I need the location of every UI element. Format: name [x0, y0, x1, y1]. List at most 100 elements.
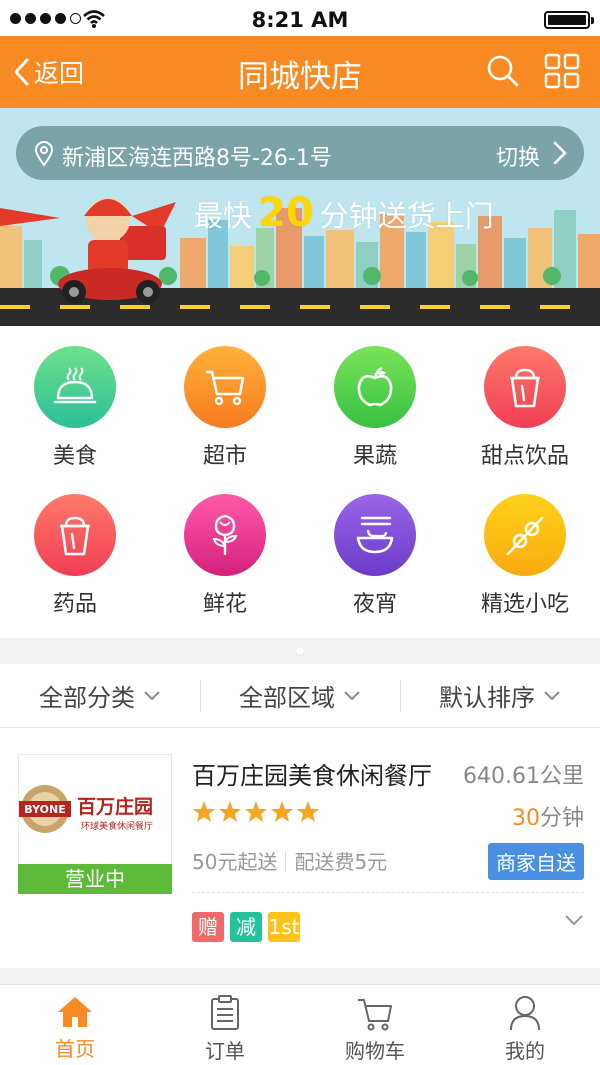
category-chaoshi[interactable]: 超市 [150, 346, 300, 470]
star-icon [271, 801, 293, 822]
cloche-icon [53, 367, 97, 404]
logo-name: 百万庄园 [77, 795, 153, 818]
status-time: 8:21 AM [251, 8, 349, 32]
slogan-suffix: 分钟送货上门 [319, 199, 494, 233]
category-xianhua[interactable]: 鲜花 [150, 494, 300, 618]
tab-label: 我的 [505, 1039, 545, 1063]
category-icon-circle [334, 494, 416, 576]
filter-label: 全部分类 [39, 684, 135, 712]
min-order: 50元起送 [192, 850, 278, 874]
logo-brand: BYONE [24, 803, 65, 816]
apple-icon [357, 366, 393, 407]
rating-stars [192, 800, 320, 824]
location-pin-icon [34, 141, 54, 167]
chevron-right-icon [553, 141, 567, 165]
category-yexiao[interactable]: 夜宵 [300, 494, 450, 618]
promo-tag-discount: 减 [230, 912, 262, 942]
search-icon[interactable] [486, 54, 520, 88]
battery-icon [544, 11, 594, 29]
home-icon [58, 997, 92, 1027]
category-guoshu[interactable]: 果蔬 [300, 346, 450, 470]
address-bar[interactable]: 新浦区海连西路8号-26-1号 切换 [16, 126, 584, 180]
star-icon [245, 801, 267, 822]
expand-chevron-down-icon[interactable] [564, 914, 584, 928]
page-dot [296, 647, 304, 655]
delivery-time-unit: 分钟 [539, 806, 584, 831]
delivery-fee: 配送费5元 [294, 850, 388, 874]
shop-logo: BYONE 百万庄园 环球美食休闲餐厅 营业中 [18, 754, 172, 894]
promo-tag-gift: 赠 [192, 912, 224, 942]
category-label: 精选小吃 [480, 592, 569, 617]
star-icon [193, 801, 215, 822]
switch-address-label[interactable]: 切换 [496, 140, 540, 172]
tab-label: 订单 [205, 1039, 245, 1063]
chevron-down-icon [344, 690, 360, 700]
tab-home[interactable]: 首页 [0, 985, 150, 1065]
delivery-time: 30分钟 [512, 800, 584, 832]
category-icon-circle [34, 346, 116, 428]
filter-label: 默认排序 [439, 684, 535, 712]
category-icon-circle [484, 494, 566, 576]
category-label: 甜点饮品 [480, 444, 569, 469]
skewer-icon [506, 516, 544, 556]
slogan-prefix: 最快 [194, 199, 253, 233]
category-meishi[interactable]: 美食 [0, 346, 150, 470]
category-icon-circle [334, 346, 416, 428]
open-status-badge: 营业中 [18, 864, 172, 894]
star-icon [219, 801, 241, 822]
shop-card[interactable]: BYONE 百万庄园 环球美食休闲餐厅 营业中 百万庄园美食休闲餐厅 640.6… [0, 728, 600, 968]
divider [192, 892, 584, 893]
restaurant-logo-image: BYONE 百万庄园 环球美食休闲餐厅 [19, 755, 171, 863]
chevron-down-icon [144, 690, 160, 700]
shop-name: 百万庄园美食休闲餐厅 [192, 762, 432, 790]
filter-category[interactable]: 全部分类 [0, 664, 200, 727]
app-header: 返回 同城快店 [0, 36, 600, 108]
category-icon-circle [34, 494, 116, 576]
category-icon-circle [484, 346, 566, 428]
drink-cup-icon [510, 368, 540, 408]
tab-profile[interactable]: 我的 [450, 985, 600, 1065]
cart-icon [358, 999, 392, 1031]
medicine-cup-icon [60, 516, 90, 556]
promo-tag-first-order: 1st [268, 912, 300, 942]
category-label: 美食 [52, 444, 97, 469]
chevron-down-icon [544, 690, 560, 700]
status-bar: 8:21 AM [0, 0, 600, 36]
category-icon-circle [184, 346, 266, 428]
logo-subtitle: 环球美食休闲餐厅 [81, 820, 153, 832]
category-yaopin[interactable]: 药品 [0, 494, 150, 618]
category-tiandian[interactable]: 甜点饮品 [450, 346, 600, 470]
noodle-bowl-icon [356, 516, 394, 554]
tab-cart[interactable]: 购物车 [300, 985, 450, 1065]
category-label: 夜宵 [352, 592, 397, 617]
tab-orders[interactable]: 订单 [150, 985, 300, 1065]
slogan-number: 20 [258, 190, 314, 236]
self-delivery-badge: 商家自送 [488, 843, 584, 880]
filter-area[interactable]: 全部区域 [200, 664, 400, 727]
filter-sort[interactable]: 默认排序 [400, 664, 600, 727]
banner-slogan: 最快 20 分钟送货上门 [194, 190, 494, 236]
bottom-tab-bar: 首页 订单 购物车 我的 [0, 984, 600, 1065]
cart-icon [206, 370, 245, 406]
category-icon-circle [184, 494, 266, 576]
tab-label: 购物车 [345, 1039, 405, 1063]
divider [285, 850, 287, 871]
address-text: 新浦区海连西路8号-26-1号 [62, 146, 332, 171]
user-icon [510, 996, 540, 1031]
promo-banner[interactable]: 新浦区海连西路8号-26-1号 切换 最快 20 分钟送货上门 [0, 108, 600, 326]
tab-label: 首页 [55, 1037, 95, 1061]
category-label: 果蔬 [352, 444, 397, 469]
filter-bar: 全部分类 全部区域 默认排序 [0, 664, 600, 728]
order-icon [211, 995, 239, 1030]
page-indicator[interactable] [0, 638, 600, 664]
star-icon [297, 801, 319, 822]
category-xiaochi[interactable]: 精选小吃 [450, 494, 600, 618]
grid-menu-icon[interactable] [544, 53, 580, 89]
category-label: 鲜花 [202, 592, 247, 617]
category-grid: 美食 超市 果蔬 甜点饮品 药品 鲜花 夜宵 精选小吃 [0, 326, 600, 638]
rose-icon [212, 514, 238, 555]
shop-distance: 640.61公里 [463, 764, 584, 789]
delivery-time-value: 30 [511, 806, 540, 831]
category-label: 药品 [52, 592, 97, 617]
category-label: 超市 [202, 444, 247, 469]
